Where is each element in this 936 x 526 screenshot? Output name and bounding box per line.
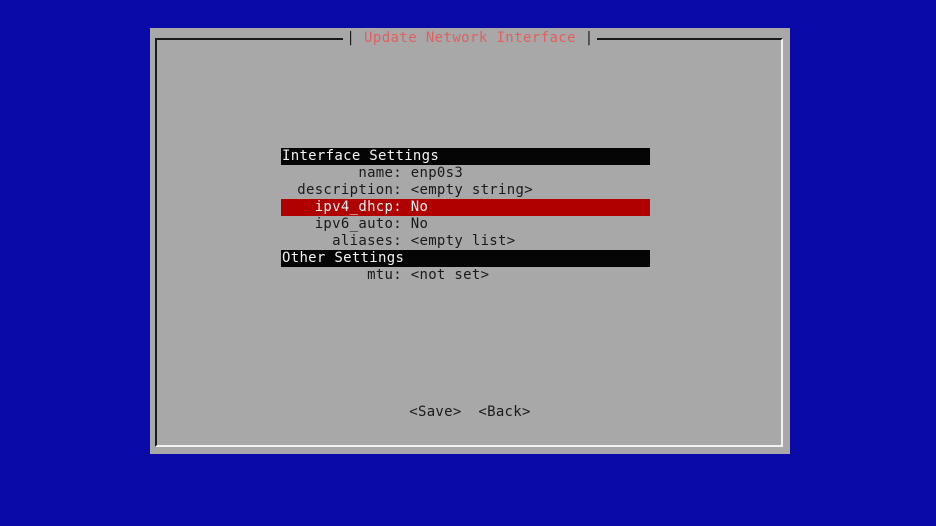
- dialog-title: Update Network Interface: [364, 30, 576, 46]
- update-network-interface-dialog: | Update Network Interface | Interface S…: [150, 28, 790, 454]
- section-header-label: Other Settings: [282, 250, 405, 266]
- title-right-bracket: |: [575, 30, 594, 46]
- section-header-label: Interface Settings: [282, 148, 440, 164]
- field-label-aliases: aliases:: [332, 233, 402, 249]
- terminal-screen: | Update Network Interface | Interface S…: [0, 0, 936, 526]
- dialog-title-bar: | Update Network Interface |: [150, 28, 790, 48]
- back-button[interactable]: <Back>: [474, 404, 534, 420]
- button-bar: <Save> <Back>: [150, 404, 790, 421]
- field-value-mtu: <not set>: [410, 267, 490, 283]
- field-label-name: name:: [358, 165, 402, 181]
- field-row-aliases[interactable]: aliases: <empty list>: [281, 233, 650, 250]
- field-label-mtu: mtu:: [367, 267, 402, 283]
- field-row-ipv6-auto[interactable]: ipv6_auto: No: [281, 216, 650, 233]
- field-value-description: <empty string>: [410, 182, 533, 198]
- field-label-ipv6-auto: ipv6_auto:: [314, 216, 402, 232]
- field-value-ipv6-auto: No: [410, 216, 429, 232]
- field-value-ipv4-dhcp: No: [410, 199, 429, 215]
- field-row-description[interactable]: description: <empty string>: [281, 182, 650, 199]
- field-label-description: description:: [297, 182, 402, 198]
- title-left-bracket: |: [346, 30, 365, 46]
- save-button[interactable]: <Save>: [405, 404, 465, 420]
- field-label-ipv4-dhcp: ipv4_dhcp:: [314, 199, 402, 215]
- section-header-other-settings: Other Settings: [281, 250, 650, 267]
- field-row-name[interactable]: name: enp0s3: [281, 165, 650, 182]
- dialog-title-box: | Update Network Interface |: [343, 29, 597, 47]
- field-row-ipv4-dhcp[interactable]: ipv4_dhcp: No: [281, 199, 650, 216]
- section-header-interface-settings: Interface Settings: [281, 148, 650, 165]
- field-row-mtu[interactable]: mtu: <not set>: [281, 267, 650, 284]
- field-value-name: enp0s3: [410, 165, 464, 181]
- field-value-aliases: <empty list>: [410, 233, 516, 249]
